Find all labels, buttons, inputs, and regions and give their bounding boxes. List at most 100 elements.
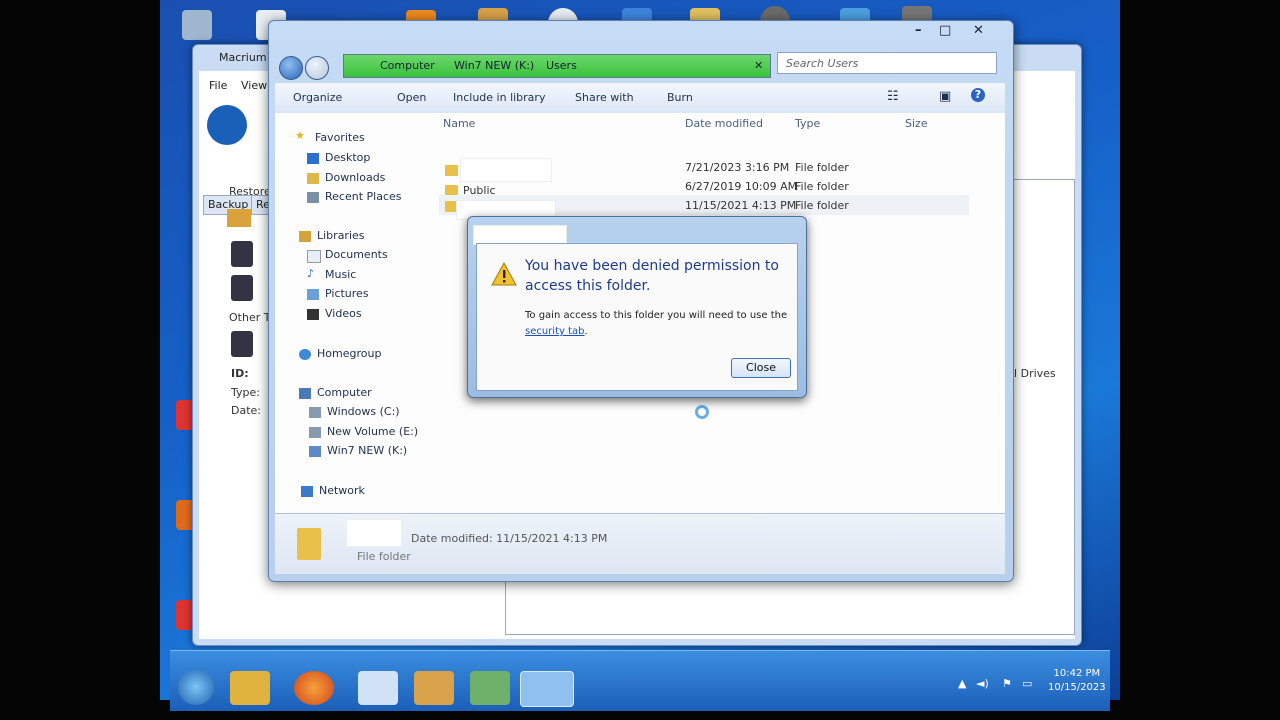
usb-drive-icon — [309, 446, 321, 457]
folder-icon — [445, 165, 458, 176]
row-type: File folder — [795, 161, 849, 174]
navigation-pane: ★ Favorites Desktop Downloads Recent Pla… — [275, 113, 425, 513]
tray-expand-icon[interactable]: ▲ — [958, 677, 966, 690]
row-date: 7/21/2023 3:16 PM — [685, 161, 790, 174]
dialog-message-text: To gain access to this folder you will n… — [525, 310, 788, 321]
close-button[interactable]: Close — [731, 358, 791, 378]
computer-icon — [299, 388, 311, 399]
organize-button[interactable]: Organize — [293, 91, 342, 104]
restore-label[interactable]: Restore — [229, 185, 271, 198]
clock[interactable]: 10:42 PM 10/15/2023 — [1048, 667, 1106, 695]
explorer-taskbar-icon[interactable] — [230, 671, 270, 705]
views-icon[interactable]: ☷ — [887, 89, 899, 104]
nav-network[interactable]: Network — [319, 484, 365, 497]
paint-taskbar-icon[interactable] — [414, 671, 454, 705]
address-bar[interactable]: Computer Win7 NEW (K:) Users ✕ — [343, 54, 771, 78]
dialog-message: To gain access to this folder you will n… — [525, 310, 788, 337]
network-icon — [301, 486, 313, 497]
nav-drive-e[interactable]: New Volume (E:) — [327, 425, 418, 438]
minimize-button[interactable]: – — [915, 23, 922, 38]
clock-time: 10:42 PM — [1053, 668, 1101, 679]
backup-disc-icon — [207, 105, 247, 145]
music-icon: ♪ — [307, 267, 315, 280]
refresh-app-taskbar-icon[interactable] — [520, 671, 574, 707]
maximize-button[interactable]: □ — [939, 23, 951, 38]
redacted-name — [347, 520, 401, 546]
column-name[interactable]: Name — [443, 117, 475, 130]
nav-recent-places[interactable]: Recent Places — [325, 190, 402, 203]
nav-computer[interactable]: Computer — [317, 386, 372, 399]
crumb-drive[interactable]: Win7 NEW (K:) — [454, 55, 534, 77]
disk-icon — [231, 275, 253, 301]
details-type: File folder — [357, 550, 411, 563]
command-bar: Organize Open Include in library Share w… — [275, 83, 1005, 114]
table-row[interactable]: 11/15/2021 4:13 PM File folder — [439, 195, 969, 219]
speaker-icon[interactable]: ◄) — [976, 677, 989, 690]
type-label: Type: — [231, 386, 260, 399]
open-button[interactable]: Open — [397, 91, 426, 104]
column-size[interactable]: Size — [905, 117, 928, 130]
drive-icon — [309, 407, 321, 418]
folder-icon — [227, 209, 251, 227]
close-icon[interactable]: ✕ — [754, 55, 763, 77]
clock-date: 10/15/2023 — [1048, 682, 1106, 693]
help-icon[interactable]: ? — [971, 88, 985, 102]
redacted-title — [474, 226, 566, 244]
homegroup-icon — [299, 349, 311, 360]
macrium-menu-file[interactable]: File — [209, 79, 227, 92]
drive-icon — [309, 427, 321, 438]
nav-drive-k[interactable]: Win7 NEW (K:) — [327, 444, 407, 457]
warning-icon — [491, 262, 517, 286]
videos-icon — [307, 309, 319, 320]
firefox-icon[interactable] — [294, 671, 334, 705]
permission-dialog[interactable]: You have been denied permission to acces… — [467, 216, 807, 398]
flag-icon[interactable]: ⚑ — [1002, 677, 1012, 690]
row-date: 6/27/2019 10:09 AM — [685, 180, 798, 193]
start-button[interactable] — [178, 669, 214, 705]
crumb-users[interactable]: Users — [546, 55, 577, 77]
nav-pictures[interactable]: Pictures — [325, 287, 369, 300]
libraries-icon — [299, 231, 311, 242]
app-taskbar-icon[interactable] — [470, 671, 510, 705]
desktop-icon — [307, 153, 319, 164]
row-type: File folder — [795, 199, 849, 212]
back-button[interactable] — [279, 56, 303, 80]
nav-videos[interactable]: Videos — [325, 307, 362, 320]
recycle-bin-icon[interactable] — [182, 10, 212, 40]
column-type[interactable]: Type — [795, 117, 820, 130]
macrium-menu-view[interactable]: View — [241, 79, 267, 92]
row-type: File folder — [795, 180, 849, 193]
pictures-icon — [307, 289, 319, 300]
details-date-modified: Date modified: 11/15/2021 4:13 PM — [411, 532, 608, 545]
id-label: ID: — [231, 367, 249, 380]
crumb-computer[interactable]: Computer — [380, 55, 435, 77]
network-tray-icon[interactable]: ▭ — [1022, 677, 1032, 690]
nav-music[interactable]: Music — [325, 268, 356, 281]
disk-icon — [231, 331, 253, 357]
disk-icon — [231, 241, 253, 267]
nav-documents[interactable]: Documents — [325, 248, 388, 261]
recent-places-icon — [307, 192, 319, 203]
nav-homegroup[interactable]: Homegroup — [317, 347, 381, 360]
share-with-button[interactable]: Share with — [575, 91, 634, 104]
nav-desktop[interactable]: Desktop — [325, 151, 370, 164]
nav-downloads[interactable]: Downloads — [325, 171, 385, 184]
column-date-modified[interactable]: Date modified — [685, 117, 763, 130]
close-window-button[interactable]: ✕ — [973, 23, 984, 38]
nav-drive-c[interactable]: Windows (C:) — [327, 405, 400, 418]
search-input[interactable]: Search Users — [777, 52, 997, 74]
preview-pane-icon[interactable]: ▣ — [939, 89, 951, 104]
redacted-name — [461, 159, 551, 181]
row-date: 11/15/2021 4:13 PM — [685, 199, 797, 212]
folder-icon — [297, 528, 321, 560]
details-pane: Date modified: 11/15/2021 4:13 PM File f… — [275, 513, 1005, 574]
burn-button[interactable]: Burn — [667, 91, 693, 104]
nav-favorites[interactable]: Favorites — [315, 131, 365, 144]
nav-libraries[interactable]: Libraries — [317, 229, 365, 242]
security-tab-link[interactable]: security tab — [525, 326, 585, 337]
forward-button[interactable] — [305, 56, 329, 80]
date-label: Date: — [231, 404, 261, 417]
include-in-library-button[interactable]: Include in library — [453, 91, 545, 104]
documents-icon — [307, 250, 321, 263]
app-taskbar-icon[interactable] — [358, 671, 398, 705]
